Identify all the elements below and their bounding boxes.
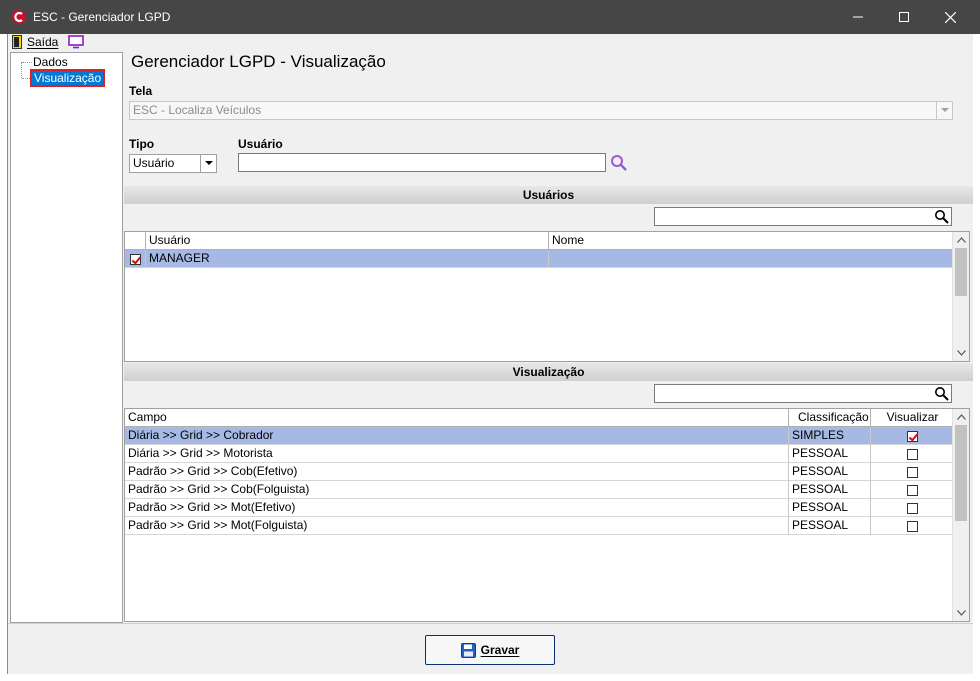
- column-header-campo[interactable]: Campo: [125, 409, 789, 427]
- usuarios-search-input[interactable]: [654, 207, 952, 226]
- tree-item-visualizacao[interactable]: Visualização: [29, 69, 106, 87]
- minimize-button[interactable]: [835, 0, 881, 34]
- visualizar-cell[interactable]: [871, 427, 954, 445]
- monitor-icon[interactable]: [67, 34, 85, 50]
- visualizar-checkbox[interactable]: [907, 520, 918, 532]
- main-window: Saída Dados Visualização Gerenciador LGP…: [7, 34, 973, 674]
- title-bar: ESC - Gerenciador LGPD: [0, 0, 980, 34]
- usuarios-section-header: Usuários: [124, 186, 973, 204]
- visualizar-checkbox[interactable]: [907, 430, 918, 442]
- tela-label: Tela: [129, 84, 153, 98]
- classificacao-cell: PESSOAL: [789, 463, 871, 481]
- column-header-visualizar[interactable]: Visualizar: [871, 409, 954, 427]
- page-title: Gerenciador LGPD - Visualização: [131, 52, 386, 71]
- tipo-select-value: Usuário: [133, 156, 175, 170]
- minimize-icon: [853, 16, 863, 18]
- table-row[interactable]: Diária >> Grid >> Motorista PESSOAL: [125, 445, 954, 463]
- scroll-thumb[interactable]: [955, 425, 967, 521]
- column-header-nome[interactable]: Nome: [549, 232, 954, 250]
- table-row[interactable]: Diária >> Grid >> Cobrador SIMPLES: [125, 427, 954, 445]
- campo-cell: Padrão >> Grid >> Mot(Efetivo): [125, 499, 789, 517]
- classificacao-cell: PESSOAL: [789, 481, 871, 499]
- classificacao-cell: PESSOAL: [789, 517, 871, 535]
- exit-menu-item[interactable]: Saída: [12, 34, 58, 50]
- save-button-label: Gravar: [480, 643, 520, 657]
- footer-bar: Gravar: [8, 623, 973, 674]
- campo-cell: Padrão >> Grid >> Cob(Folguista): [125, 481, 789, 499]
- maximize-icon: [899, 12, 909, 22]
- tree-connector: [21, 62, 22, 78]
- maximize-button[interactable]: [881, 0, 927, 34]
- row-checkbox-cell[interactable]: [125, 250, 146, 268]
- chevron-down-icon: [936, 102, 952, 119]
- close-icon: [944, 11, 956, 23]
- column-header-classificacao[interactable]: Classificação: [789, 409, 871, 427]
- table-row[interactable]: MANAGER: [125, 250, 954, 268]
- menu-bar: Saída: [8, 34, 973, 52]
- search-icon[interactable]: [610, 154, 628, 172]
- visualizacao-search-input[interactable]: [654, 384, 952, 403]
- search-icon[interactable]: [934, 386, 949, 401]
- visualizar-cell[interactable]: [871, 517, 954, 535]
- tipo-select[interactable]: Usuário: [129, 154, 217, 173]
- scroll-up-icon[interactable]: [953, 232, 969, 248]
- usuario-input[interactable]: [238, 153, 606, 172]
- scroll-down-icon[interactable]: [953, 345, 969, 361]
- usuarios-grid: Usuário Nome MANAGER: [124, 231, 970, 362]
- usuarios-scrollbar[interactable]: [952, 232, 969, 361]
- visualizar-checkbox[interactable]: [907, 484, 918, 496]
- campo-cell: Padrão >> Grid >> Cob(Efetivo): [125, 463, 789, 481]
- classificacao-cell: PESSOAL: [789, 499, 871, 517]
- table-row[interactable]: Padrão >> Grid >> Mot(Folguista) PESSOAL: [125, 517, 954, 535]
- app-logo-icon: [12, 10, 26, 24]
- table-row[interactable]: Padrão >> Grid >> Mot(Efetivo) PESSOAL: [125, 499, 954, 517]
- row-checkbox[interactable]: [129, 253, 141, 265]
- tree-item-dados[interactable]: Dados: [33, 55, 68, 69]
- door-exit-icon: [12, 35, 22, 49]
- visualizacao-grid: Campo Classificação Visualizar Diária >>…: [124, 408, 970, 622]
- tela-select[interactable]: ESC - Localiza Veículos: [129, 101, 953, 120]
- usuario-label: Usuário: [238, 137, 283, 151]
- visualizar-checkbox[interactable]: [907, 448, 918, 460]
- checkbox-column-header: [125, 232, 146, 250]
- visualizar-checkbox[interactable]: [907, 466, 918, 478]
- visualizacao-grid-header: Campo Classificação Visualizar: [125, 409, 954, 427]
- column-header-usuario[interactable]: Usuário: [146, 232, 549, 250]
- classificacao-cell: SIMPLES: [789, 427, 871, 445]
- table-row[interactable]: Padrão >> Grid >> Cob(Folguista) PESSOAL: [125, 481, 954, 499]
- visualizacao-scrollbar[interactable]: [952, 409, 969, 621]
- visualizar-cell[interactable]: [871, 463, 954, 481]
- navigation-tree: Dados Visualização: [10, 52, 123, 623]
- usuario-cell: MANAGER: [146, 250, 549, 268]
- tree-connector: [22, 62, 32, 63]
- table-row[interactable]: Padrão >> Grid >> Cob(Efetivo) PESSOAL: [125, 463, 954, 481]
- classificacao-cell: PESSOAL: [789, 445, 871, 463]
- window-title: ESC - Gerenciador LGPD: [33, 10, 171, 24]
- search-icon[interactable]: [934, 209, 949, 224]
- campo-cell: Diária >> Grid >> Cobrador: [125, 427, 789, 445]
- chevron-down-icon: [200, 155, 216, 172]
- floppy-disk-icon: [460, 642, 476, 658]
- exit-menu-label: Saída: [27, 35, 59, 49]
- nome-cell: [549, 250, 954, 268]
- usuarios-grid-header: Usuário Nome: [125, 232, 954, 250]
- tipo-label: Tipo: [129, 137, 155, 151]
- tela-select-value: ESC - Localiza Veículos: [133, 103, 262, 117]
- visualizar-cell[interactable]: [871, 445, 954, 463]
- scroll-up-icon[interactable]: [953, 409, 969, 425]
- close-button[interactable]: [927, 0, 973, 34]
- campo-cell: Padrão >> Grid >> Mot(Folguista): [125, 517, 789, 535]
- content-panel: Gerenciador LGPD - Visualização Tela ESC…: [124, 52, 973, 623]
- campo-cell: Diária >> Grid >> Motorista: [125, 445, 789, 463]
- visualizar-checkbox[interactable]: [907, 502, 918, 514]
- visualizacao-section-header: Visualização: [124, 363, 973, 381]
- scroll-down-icon[interactable]: [953, 605, 969, 621]
- visualizar-cell[interactable]: [871, 481, 954, 499]
- save-button[interactable]: Gravar: [425, 635, 555, 665]
- visualizar-cell[interactable]: [871, 499, 954, 517]
- scroll-thumb[interactable]: [955, 248, 967, 296]
